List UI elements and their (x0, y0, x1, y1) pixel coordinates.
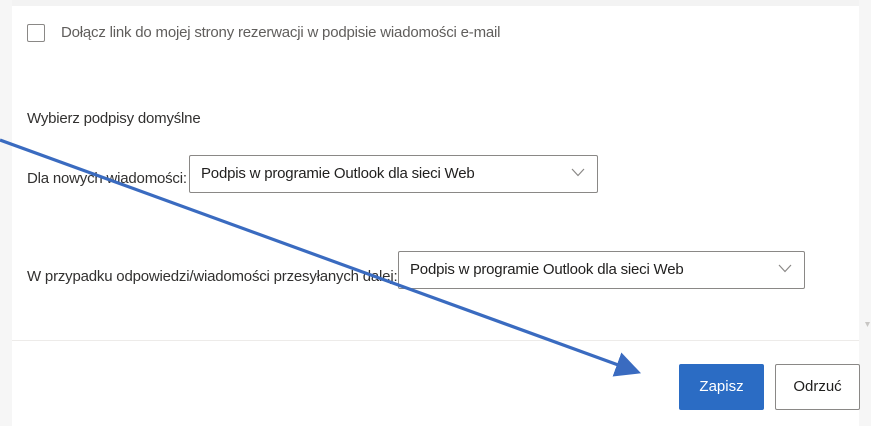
new-messages-signature-value: Podpis w programie Outlook dla sieci Web (201, 165, 475, 182)
panel-top-edge (12, 0, 859, 6)
chevron-down-icon (778, 264, 792, 273)
booking-link-checkbox[interactable] (27, 24, 45, 42)
replies-forwards-label: W przypadku odpowiedzi/wiadomości przesy… (27, 268, 398, 285)
discard-button[interactable]: Odrzuć (775, 364, 860, 410)
default-signatures-heading: Wybierz podpisy domyślne (27, 110, 201, 127)
chevron-down-icon (571, 168, 585, 177)
new-messages-signature-dropdown[interactable]: Podpis w programie Outlook dla sieci Web (189, 155, 598, 193)
background-right-edge (859, 0, 871, 426)
replies-forwards-signature-value: Podpis w programie Outlook dla sieci Web (410, 261, 684, 278)
settings-panel (12, 0, 859, 426)
scroll-down-icon[interactable] (865, 322, 870, 328)
background-left-edge (0, 0, 12, 426)
footer-divider (12, 340, 859, 341)
booking-link-checkbox-label[interactable]: Dołącz link do mojej strony rezerwacji w… (61, 24, 500, 41)
new-messages-label: Dla nowych wiadomości: (27, 170, 187, 187)
save-button[interactable]: Zapisz (679, 364, 764, 410)
replies-forwards-signature-dropdown[interactable]: Podpis w programie Outlook dla sieci Web (398, 251, 805, 289)
